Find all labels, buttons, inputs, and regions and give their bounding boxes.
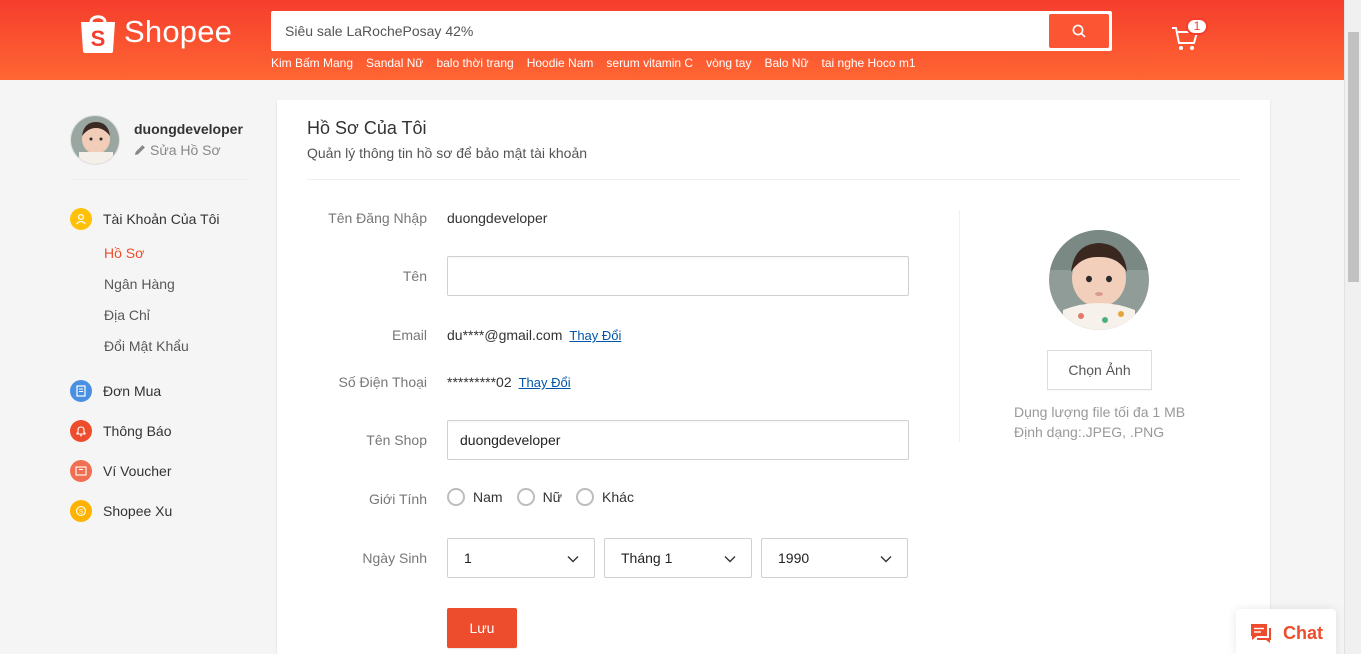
save-button[interactable]: Lưu — [447, 608, 517, 648]
gender-option-label: Khác — [602, 489, 634, 505]
file-format-note: Định dạng:.JPEG, .PNG — [1014, 424, 1165, 440]
sidebar-username: duongdeveloper — [134, 121, 243, 137]
birthday-label: Ngày Sinh — [362, 550, 427, 566]
birthday-month-value: Tháng 1 — [621, 550, 673, 566]
sidebar-user: duongdeveloper Sửa Hồ Sơ — [70, 100, 248, 180]
name-label: Tên — [402, 268, 427, 284]
sidebar-item-label: Tài Khoản Của Tôi — [103, 211, 220, 227]
search-input[interactable] — [274, 14, 1049, 48]
email-row: du****@gmail.com Thay Đổi — [447, 327, 621, 343]
sidebar-item-coins[interactable]: S Shopee Xu — [70, 498, 248, 524]
username-value: duongdeveloper — [447, 210, 548, 226]
chevron-down-icon — [880, 556, 892, 563]
phone-label: Số Điện Thoại — [338, 374, 427, 390]
shop-name-field[interactable]: duongdeveloper — [447, 420, 909, 460]
sidebar-item-address[interactable]: Địa Chỉ — [104, 304, 248, 335]
avatar[interactable] — [70, 114, 120, 165]
chevron-down-icon — [567, 556, 579, 563]
gender-option-male[interactable]: Nam — [447, 488, 503, 506]
sidebar-item-voucher[interactable]: Ví Voucher — [70, 458, 248, 484]
cart-count-badge: 1 — [1186, 18, 1208, 35]
suggestion-link[interactable]: Kim Bấm Mang — [271, 56, 353, 70]
search-suggestions: Kim Bấm Mang Sandal Nữ balo thời trang H… — [271, 56, 916, 70]
radio-circle[interactable] — [447, 488, 465, 506]
chat-icon — [1251, 624, 1271, 643]
suggestion-link[interactable]: vòng tay — [706, 56, 751, 70]
shopee-bag-icon: S — [78, 10, 118, 54]
suggestion-link[interactable]: tai nghe Hoco m1 — [822, 56, 916, 70]
birthday-year-select[interactable]: 1990 — [761, 538, 908, 578]
file-size-note: Dụng lượng file tối đa 1 MB — [1014, 404, 1186, 420]
logo-text: Shopee — [124, 14, 233, 49]
sidebar-item-label: Ví Voucher — [103, 463, 172, 479]
gender-option-label: Nam — [473, 489, 503, 505]
sidebar-item-notifications[interactable]: Thông Báo — [70, 418, 248, 444]
scrollbar[interactable] — [1344, 0, 1361, 654]
search-button[interactable] — [1049, 14, 1109, 48]
edit-profile-link[interactable]: Sửa Hồ Sơ — [134, 142, 243, 158]
name-field[interactable] — [447, 256, 909, 296]
edit-profile-label: Sửa Hồ Sơ — [150, 142, 221, 158]
profile-avatar — [1049, 230, 1149, 330]
sidebar: duongdeveloper Sửa Hồ Sơ Tài Khoản Của T… — [70, 100, 248, 538]
suggestion-link[interactable]: Sandal Nữ — [366, 56, 423, 70]
chat-button[interactable]: Chat — [1236, 609, 1336, 654]
birthday-day-value: 1 — [464, 550, 472, 566]
svg-text:S: S — [91, 26, 106, 51]
sidebar-item-label: Thông Báo — [103, 423, 172, 439]
profile-header: Hồ Sơ Của Tôi Quản lý thông tin hồ sơ để… — [307, 118, 1240, 180]
coin-icon: S — [70, 500, 92, 522]
birthday-month-select[interactable]: Tháng 1 — [604, 538, 752, 578]
sidebar-item-bank[interactable]: Ngân Hàng — [104, 273, 248, 304]
user-icon — [70, 208, 92, 230]
chevron-down-icon — [724, 556, 736, 563]
sidebar-item-orders[interactable]: Đơn Mua — [70, 378, 248, 404]
suggestion-link[interactable]: Balo Nữ — [764, 56, 808, 70]
shop-name-label: Tên Shop — [366, 432, 427, 448]
sidebar-item-profile[interactable]: Hồ Sơ — [104, 242, 248, 273]
birthday-day-select[interactable]: 1 — [447, 538, 595, 578]
vertical-divider — [959, 210, 960, 442]
top-header: S Shopee Kim Bấm Mang Sandal Nữ balo thờ… — [0, 0, 1344, 80]
email-label: Email — [391, 327, 427, 343]
sidebar-item-label: Đơn Mua — [103, 383, 162, 399]
bell-icon — [70, 420, 92, 442]
svg-text:S: S — [79, 508, 84, 515]
gender-option-female[interactable]: Nữ — [516, 488, 563, 506]
choose-image-button[interactable]: Chọn Ảnh — [1047, 350, 1152, 390]
search-bar — [271, 11, 1112, 51]
sidebar-item-label: Shopee Xu — [103, 503, 173, 519]
radio-circle[interactable] — [516, 488, 535, 506]
email-value: du****@gmail.com — [447, 327, 563, 343]
phone-row: *********02 Thay Đổi — [447, 374, 571, 390]
page-title: Hồ Sơ Của Tôi — [307, 118, 427, 138]
radio-circle[interactable] — [576, 488, 595, 506]
gender-radio-group: Nam Nữ Khác — [447, 488, 648, 506]
gender-option-other[interactable]: Khác — [576, 488, 634, 506]
birthday-year-value: 1990 — [778, 550, 810, 566]
suggestion-link[interactable]: serum vitamin C — [606, 56, 693, 70]
voucher-icon — [70, 460, 92, 482]
gender-option-label: Nữ — [542, 489, 563, 505]
sidebar-item-change-password[interactable]: Đổi Mật Khẩu — [104, 335, 248, 366]
change-phone-link[interactable]: Thay Đổi — [519, 375, 571, 390]
page-subtitle: Quản lý thông tin hồ sơ để bảo mật tài k… — [307, 145, 588, 161]
profile-card: Hồ Sơ Của Tôi Quản lý thông tin hồ sơ để… — [277, 100, 1270, 654]
clipboard-icon — [70, 380, 92, 402]
chat-label: Chat — [1283, 622, 1323, 643]
shopee-logo[interactable]: S Shopee — [78, 10, 232, 54]
phone-value: *********02 — [447, 374, 512, 390]
gender-label: Giới Tính — [369, 491, 427, 507]
change-email-link[interactable]: Thay Đổi — [569, 328, 621, 343]
username-label: Tên Đăng Nhập — [328, 210, 427, 226]
sidebar-item-account[interactable]: Tài Khoản Của Tôi — [70, 206, 248, 232]
suggestion-link[interactable]: Hoodie Nam — [527, 56, 594, 70]
suggestion-link[interactable]: balo thời trang — [436, 56, 513, 70]
search-icon — [1072, 24, 1086, 38]
file-info: Dụng lượng file tối đa 1 MB Định dạng:.J… — [1014, 402, 1185, 442]
scrollbar-thumb[interactable] — [1348, 32, 1359, 282]
pencil-icon — [135, 145, 145, 155]
